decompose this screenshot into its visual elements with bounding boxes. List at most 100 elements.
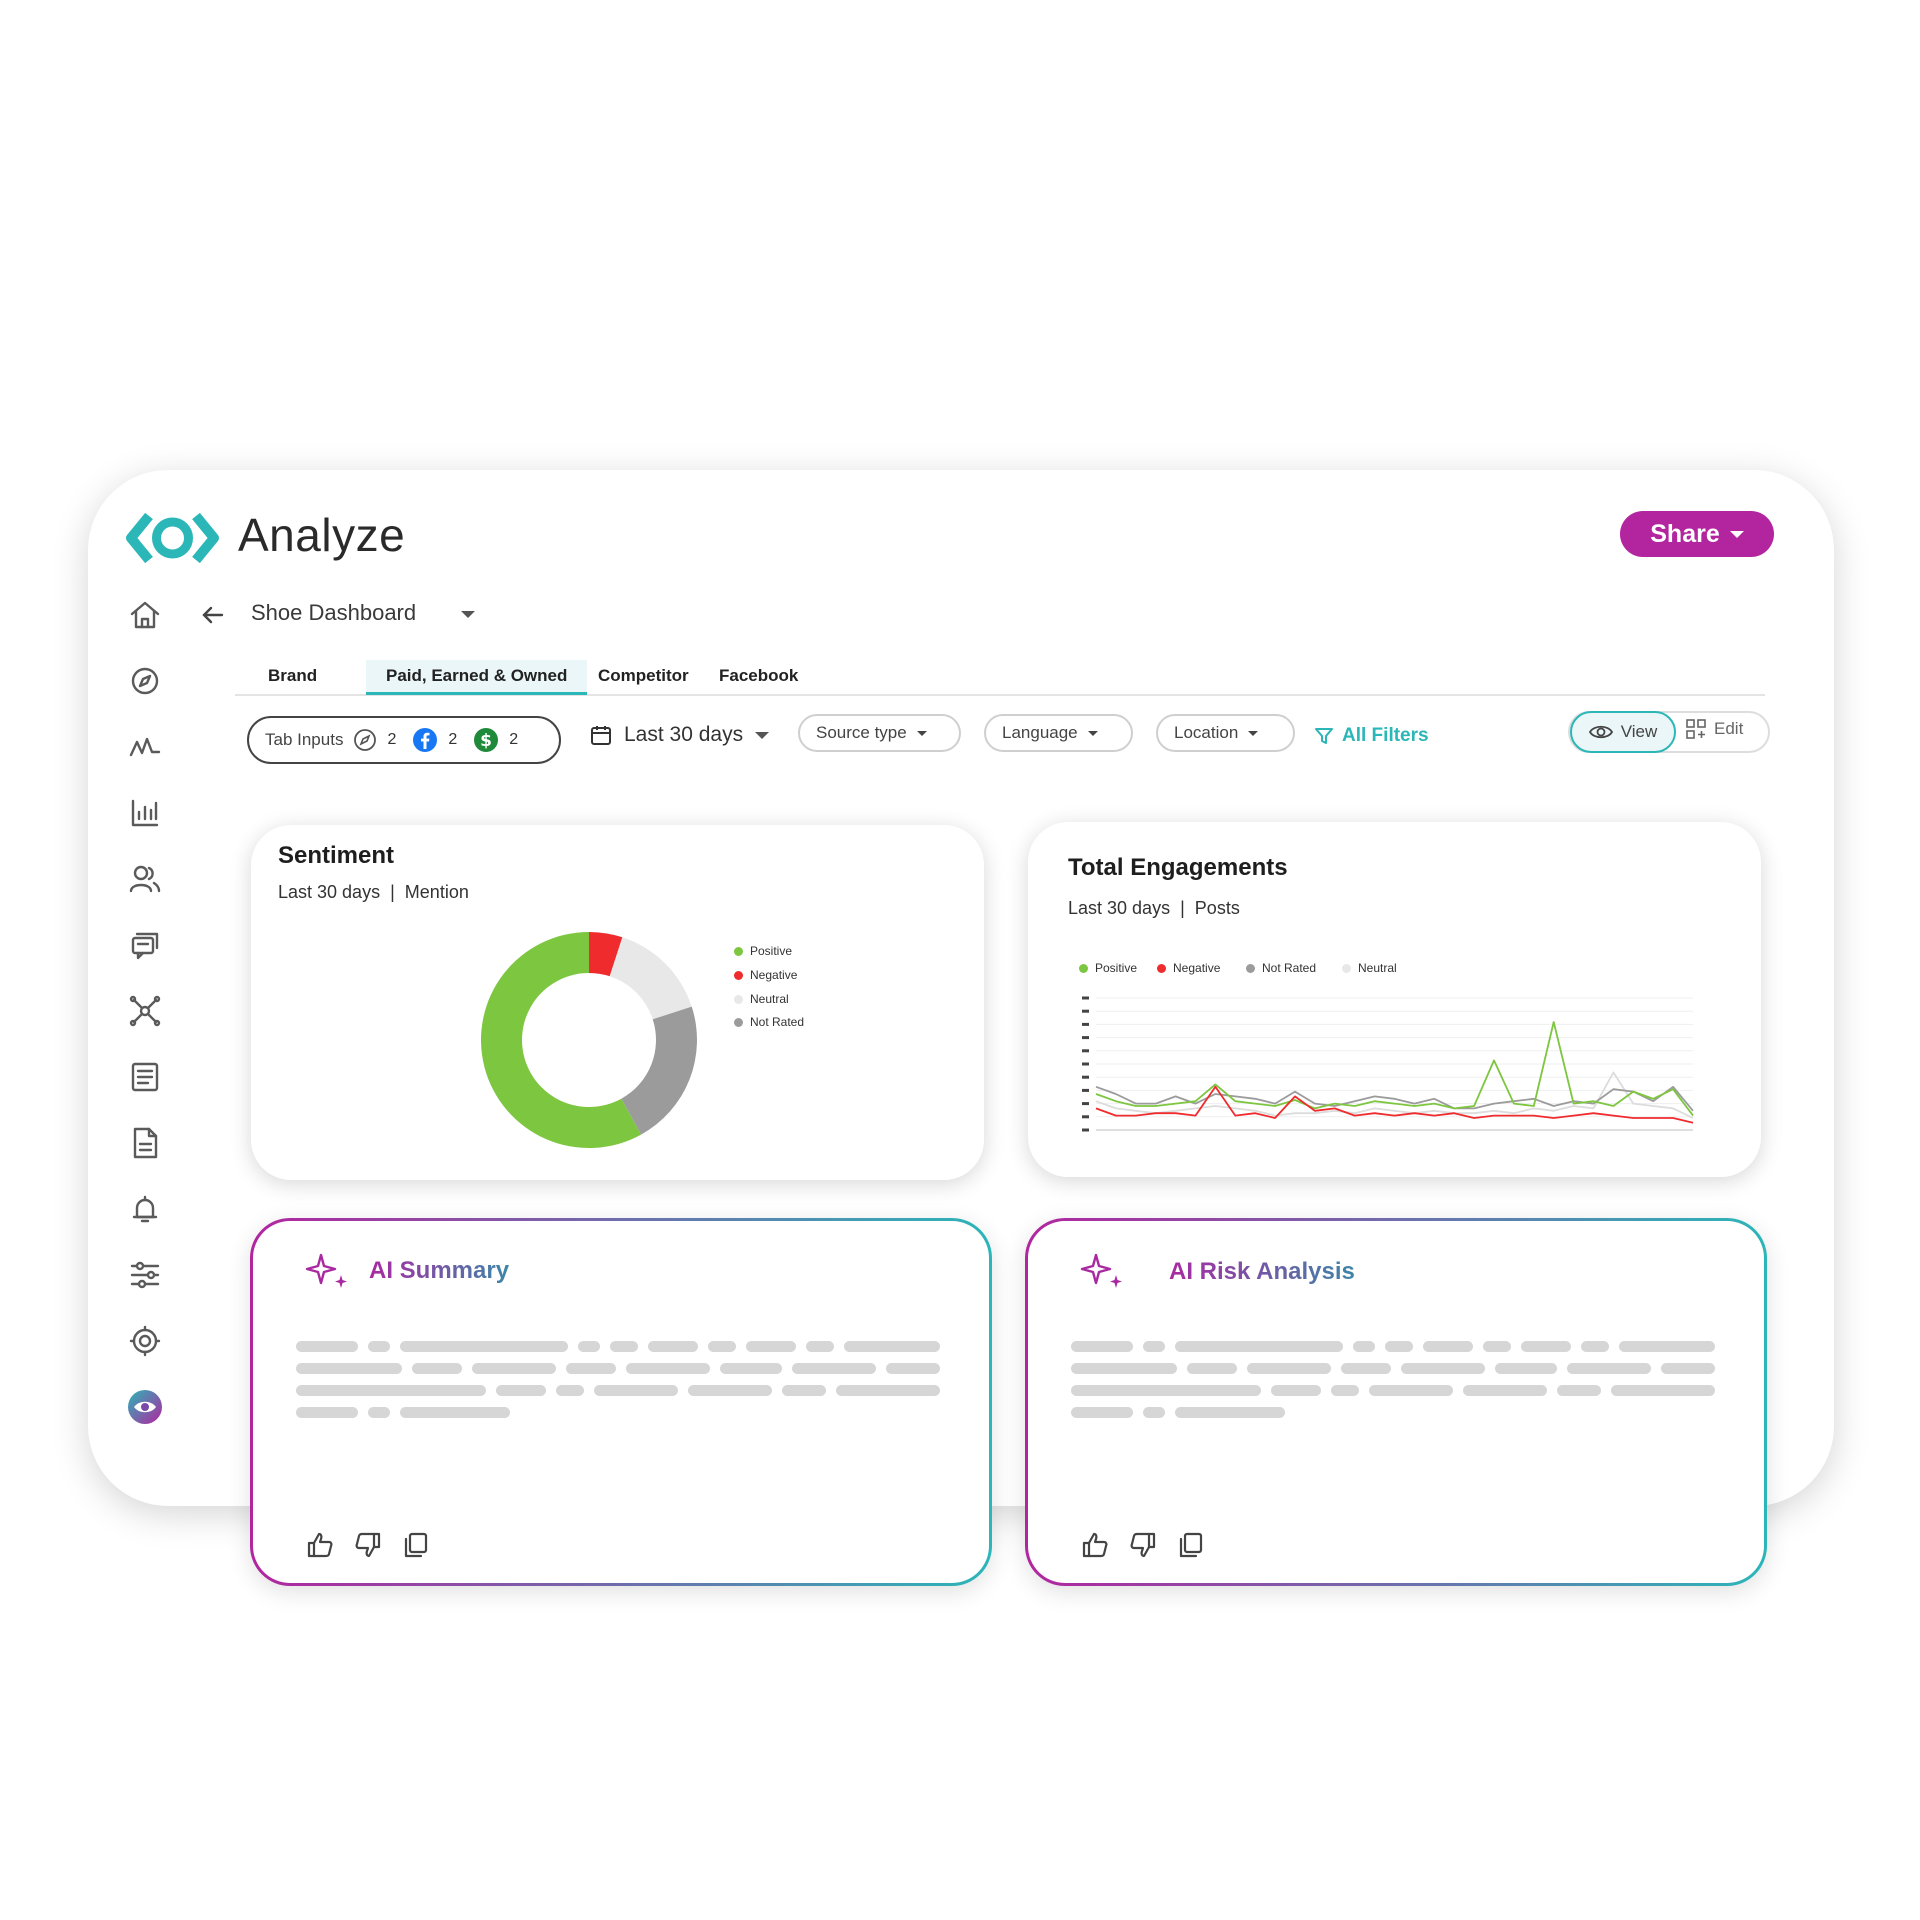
- legend-neutral-label: Neutral: [750, 992, 789, 1006]
- y-tick-label: [1082, 1009, 1089, 1013]
- y-tick-label: [1082, 1062, 1089, 1066]
- location-filter[interactable]: Location: [1156, 714, 1295, 752]
- network-icon[interactable]: [126, 992, 164, 1030]
- chevron-down-icon: [1087, 730, 1098, 736]
- all-filters-button[interactable]: All Filters: [1314, 725, 1429, 747]
- compass-icon[interactable]: [126, 662, 164, 700]
- paid-count: 2: [509, 731, 519, 748]
- view-edit-toggle: View Edit: [1568, 711, 1770, 753]
- legend-positive: Positive: [734, 944, 792, 958]
- tab-brand[interactable]: Brand: [268, 660, 317, 692]
- ai-risk-body: AI Risk Analysis: [1028, 1221, 1764, 1583]
- list-icon[interactable]: [126, 1058, 164, 1096]
- separator: |: [1175, 898, 1190, 918]
- eng-legend-negative-label: Negative: [1173, 961, 1221, 975]
- y-tick-label: [1082, 1128, 1089, 1132]
- sentiment-title: Sentiment: [278, 842, 395, 869]
- eng-legend-neutral-label: Neutral: [1358, 961, 1397, 975]
- edit-label: Edit: [1714, 719, 1744, 738]
- eng-legend-neutral: Neutral: [1342, 961, 1397, 975]
- all-filters-label: All Filters: [1342, 725, 1429, 746]
- bar-chart-icon[interactable]: [126, 794, 164, 832]
- calendar-icon: [591, 726, 611, 745]
- share-label: Share: [1650, 519, 1720, 548]
- activity-icon[interactable]: [126, 728, 164, 766]
- chat-icon[interactable]: [126, 926, 164, 964]
- dashboard-title[interactable]: Shoe Dashboard: [251, 600, 416, 626]
- tab-paid-earned-owned[interactable]: Paid, Earned & Owned: [366, 660, 588, 695]
- compass-count: 2: [387, 731, 397, 748]
- chevron-down-icon: [755, 731, 770, 739]
- sentiment-period: Last 30 days: [278, 882, 381, 902]
- share-button[interactable]: Share: [1620, 511, 1774, 557]
- y-tick-label: [1082, 1115, 1089, 1119]
- copy-icon[interactable]: [1176, 1530, 1206, 1560]
- ai-summary-card: AI Summary: [250, 1218, 992, 1586]
- legend-neutral: Neutral: [734, 992, 789, 1006]
- sparkle-icon: [1080, 1253, 1122, 1288]
- legend-positive-label: Positive: [750, 944, 793, 958]
- legend-negative: Negative: [734, 968, 797, 982]
- positive-dot: [1079, 963, 1088, 973]
- eye-logo-icon[interactable]: [126, 1388, 164, 1426]
- ai-risk-title: AI Risk Analysis: [1169, 1258, 1355, 1285]
- sliders-icon[interactable]: [126, 1256, 164, 1294]
- series-line-neutral: [1095, 1071, 1694, 1119]
- settings-icon[interactable]: [126, 1322, 164, 1360]
- tab-inputs-button[interactable]: Tab Inputs 2 2 $ 2: [247, 716, 561, 764]
- back-arrow-icon[interactable]: [198, 600, 228, 630]
- thumbs-up-icon[interactable]: [305, 1530, 335, 1560]
- sentiment-subtitle: Last 30 days | Mention: [278, 882, 469, 903]
- engagement-subtitle: Last 30 days | Posts: [1068, 898, 1240, 919]
- home-icon[interactable]: [126, 596, 164, 634]
- sentiment-donut-chart: [481, 932, 697, 1148]
- eng-legend-not-rated: Not Rated: [1246, 961, 1316, 975]
- y-tick-label: [1082, 1088, 1089, 1092]
- view-button[interactable]: View: [1570, 711, 1676, 753]
- y-tick-label: [1082, 1036, 1089, 1040]
- not-rated-dot: [734, 1017, 743, 1027]
- engagement-card: Total Engagements Last 30 days | Posts P…: [1028, 822, 1761, 1177]
- legend-not-rated: Not Rated: [734, 1015, 804, 1029]
- chevron-down-icon: [1248, 730, 1259, 736]
- negative-dot: [1157, 963, 1166, 973]
- facebook-count: 2: [448, 731, 458, 748]
- engagement-line-chart: [1082, 996, 1694, 1132]
- series-line-positive: [1095, 1021, 1694, 1117]
- eng-legend-positive-label: Positive: [1095, 961, 1138, 975]
- users-icon[interactable]: [126, 860, 164, 898]
- y-tick-label: [1082, 996, 1089, 1000]
- location-label: Location: [1174, 723, 1239, 742]
- grid-add-icon: [1686, 719, 1706, 739]
- source-type-label: Source type: [816, 723, 907, 742]
- thumbs-up-icon[interactable]: [1080, 1530, 1110, 1560]
- copy-icon[interactable]: [401, 1530, 431, 1560]
- tab-competitor[interactable]: Competitor: [598, 660, 689, 692]
- eng-legend-not-rated-label: Not Rated: [1262, 961, 1317, 975]
- neutral-dot: [734, 994, 743, 1004]
- bell-icon[interactable]: [126, 1190, 164, 1228]
- compass-icon: [354, 729, 377, 751]
- date-range-dropdown[interactable]: Last 30 days: [590, 723, 770, 747]
- positive-dot: [734, 946, 743, 956]
- document-icon[interactable]: [126, 1124, 164, 1162]
- svg-text:$: $: [480, 731, 492, 751]
- language-filter[interactable]: Language: [984, 714, 1133, 752]
- app-title: Analyze: [238, 509, 406, 561]
- not-rated-dot: [1246, 963, 1255, 973]
- source-type-filter[interactable]: Source type: [798, 714, 961, 752]
- dashboard-dropdown-icon[interactable]: [461, 611, 475, 618]
- donut-slice-neutral: [609, 937, 692, 1020]
- filter-icon: [1315, 728, 1333, 744]
- thumbs-down-icon[interactable]: [1128, 1530, 1158, 1560]
- thumbs-down-icon[interactable]: [353, 1530, 383, 1560]
- tab-facebook[interactable]: Facebook: [719, 660, 798, 692]
- donut-slice-not-rated: [621, 1006, 697, 1135]
- tab-inputs-label: Tab Inputs: [265, 730, 344, 749]
- legend-negative-label: Negative: [750, 968, 798, 982]
- edit-button[interactable]: Edit: [1686, 719, 1743, 739]
- y-tick-label: [1082, 1022, 1089, 1026]
- negative-dot: [734, 970, 743, 980]
- sparkle-icon: [305, 1253, 347, 1288]
- ai-risk-card: AI Risk Analysis: [1025, 1218, 1767, 1586]
